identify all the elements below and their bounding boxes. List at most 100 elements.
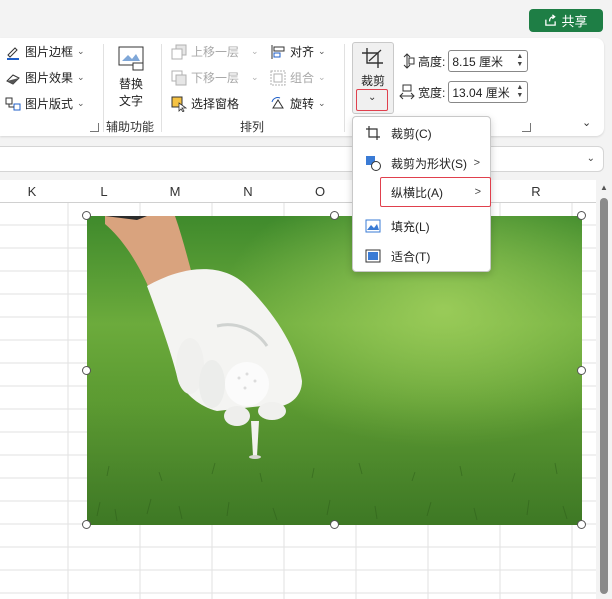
alt-text-line1: 替换	[118, 77, 143, 91]
rotate-icon	[271, 96, 284, 108]
group-icon	[270, 70, 286, 85]
chevron-down-icon: ⌄	[77, 98, 85, 108]
share-button[interactable]: 共享	[529, 9, 603, 32]
height-icon	[403, 53, 415, 69]
height-label: 高度:	[418, 54, 446, 69]
resize-handle[interactable]	[330, 520, 339, 529]
selection-pane-icon	[171, 96, 187, 112]
width-icon	[399, 84, 415, 100]
rotate-label: 旋转	[290, 97, 315, 111]
picture-layout-label: 图片版式	[25, 97, 74, 111]
menu-item-crop[interactable]: 裁剪(C)	[353, 119, 490, 147]
menu-item-label: 纵横比(A)	[391, 185, 443, 200]
align-label: 对齐	[290, 45, 315, 59]
resize-handle[interactable]	[82, 211, 91, 220]
dialog-launcher-icon[interactable]	[90, 123, 99, 132]
resize-handle[interactable]	[82, 520, 91, 529]
arrange-group-label: 排列	[240, 120, 265, 134]
alt-text-icon	[118, 46, 144, 71]
width-value: 13.04 厘米	[452, 85, 510, 100]
crop-icon	[366, 126, 380, 140]
width-row: 宽度: 13.04 厘米 ▲ ▼	[399, 81, 529, 103]
selection-pane-button[interactable]: 选择窗格	[171, 95, 239, 112]
chevron-right-icon: >	[474, 186, 481, 198]
selection-pane-label: 选择窗格	[191, 97, 240, 111]
expand-formula-bar-icon[interactable]: ⌄	[587, 153, 595, 164]
bring-forward-icon	[171, 44, 187, 59]
picture-effects-button[interactable]: 图片效果 ⌄	[5, 69, 85, 86]
vertical-scrollbar[interactable]: ▲	[597, 180, 612, 599]
resize-handle[interactable]	[577, 366, 586, 375]
rotate-button[interactable]: 旋转 ⌄	[270, 95, 326, 112]
menu-item-label: 裁剪为形状(S)	[391, 156, 467, 171]
chevron-down-icon: ⌄	[77, 46, 85, 56]
title-bar: 共享	[0, 0, 612, 38]
column-header[interactable]: O	[310, 184, 330, 199]
resize-handle[interactable]	[82, 366, 91, 375]
send-backward-label: 下移一层	[191, 71, 240, 85]
group-objects-button[interactable]: 组合 ⌄	[270, 69, 326, 86]
crop-dropdown-menu: 裁剪(C) 裁剪为形状(S) > 纵横比(A) > 填充(L) 适合(T)	[352, 116, 491, 272]
pen-border-icon	[7, 46, 19, 60]
crop-label: 裁剪	[360, 74, 385, 88]
size-dialog-launcher-icon[interactable]	[522, 123, 531, 132]
column-headers: K L M N O R	[0, 180, 596, 203]
menu-item-label: 适合(T)	[391, 249, 431, 264]
fill-icon	[365, 219, 381, 233]
height-row: 高度: 8.15 厘米 ▲ ▼	[399, 50, 529, 72]
menu-item-fill[interactable]: 填充(L)	[353, 212, 490, 240]
chevron-down-icon: ⌄	[77, 72, 85, 82]
menu-item-aspect-ratio[interactable]: 纵横比(A) >	[380, 177, 491, 207]
picture-border-button[interactable]: 图片边框 ⌄	[5, 43, 85, 60]
scrollbar-thumb[interactable]	[600, 198, 608, 594]
bring-forward-button[interactable]: 上移一层 ⌄	[171, 43, 259, 60]
align-button[interactable]: 对齐 ⌄	[270, 43, 326, 60]
height-value: 8.15 厘米	[452, 54, 504, 69]
send-backward-icon	[171, 70, 187, 85]
alt-text-line2: 文字	[118, 94, 143, 108]
shape-icon	[366, 156, 381, 171]
effects-icon	[6, 73, 20, 85]
alt-text-button[interactable]: 替换 文字	[110, 44, 152, 109]
scroll-up-icon[interactable]: ▲	[600, 183, 608, 192]
picture-effects-label: 图片效果	[25, 71, 74, 85]
menu-item-label: 裁剪(C)	[391, 126, 432, 141]
height-spinner[interactable]: 8.15 厘米 ▲ ▼	[448, 50, 529, 72]
align-icon	[271, 44, 285, 59]
chevron-down-icon: ⌄	[368, 92, 377, 103]
group-label: 组合	[290, 71, 315, 85]
golf-photo	[87, 216, 582, 525]
width-spinner[interactable]: 13.04 厘米 ▲ ▼	[448, 81, 529, 103]
selected-picture[interactable]	[87, 216, 582, 525]
chevron-right-icon: >	[473, 157, 480, 169]
group-separator	[344, 44, 345, 132]
layout-icon	[5, 97, 21, 110]
resize-handle[interactable]	[577, 520, 586, 529]
menu-item-crop-to-shape[interactable]: 裁剪为形状(S) >	[353, 149, 490, 177]
column-header[interactable]: L	[94, 184, 114, 199]
spinner-arrows-icon[interactable]: ▲ ▼	[516, 53, 523, 69]
formula-bar[interactable]: ⌄	[0, 146, 604, 172]
send-backward-button[interactable]: 下移一层 ⌄	[171, 69, 259, 86]
column-header[interactable]: N	[238, 184, 258, 199]
crop-icon	[362, 48, 383, 68]
column-header[interactable]: K	[22, 184, 42, 199]
column-header[interactable]: R	[526, 184, 546, 199]
collapse-ribbon-icon[interactable]: ⌄	[582, 116, 591, 129]
accessibility-group-label: 辅助功能	[106, 120, 155, 134]
picture-layout-button[interactable]: 图片版式 ⌄	[5, 95, 85, 112]
group-separator	[161, 44, 162, 132]
fit-icon	[365, 249, 381, 263]
chevron-down-icon: ⌄	[251, 72, 259, 82]
crop-dropdown-button[interactable]: ⌄	[356, 89, 388, 111]
resize-handle[interactable]	[577, 211, 586, 220]
spinner-arrows-icon[interactable]: ▲ ▼	[516, 84, 523, 100]
chevron-down-icon: ⌄	[318, 72, 326, 82]
menu-item-fit[interactable]: 适合(T)	[353, 242, 490, 270]
column-header[interactable]: M	[165, 184, 185, 199]
resize-handle[interactable]	[330, 211, 339, 220]
bring-forward-label: 上移一层	[191, 45, 240, 59]
width-label: 宽度:	[418, 85, 446, 100]
share-label: 共享	[561, 14, 588, 29]
group-separator	[103, 44, 104, 132]
